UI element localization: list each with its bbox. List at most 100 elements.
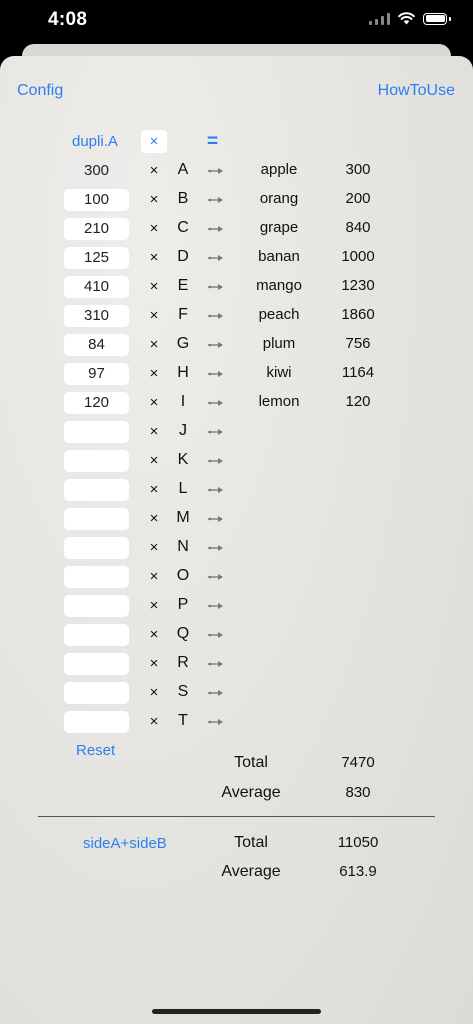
multiply-toggle-button[interactable]: × xyxy=(141,130,167,153)
equals-button[interactable]: = xyxy=(207,131,218,153)
side-a-average-label: Average xyxy=(221,784,281,801)
how-to-use-button[interactable]: HowToUse xyxy=(378,82,455,100)
item-letter: A xyxy=(177,161,189,178)
status-icons xyxy=(369,12,451,25)
item-result: 840 xyxy=(345,219,371,236)
arrow-right-icon xyxy=(207,220,225,238)
config-button[interactable]: Config xyxy=(17,82,63,100)
item-result: 120 xyxy=(345,393,371,410)
arrow-right-icon xyxy=(207,539,225,557)
list-item: 97 × Hkiwi 1164 xyxy=(0,363,473,387)
arrow-right-icon xyxy=(207,191,225,209)
item-letter: L xyxy=(178,480,188,497)
combined-total-label: Total xyxy=(234,834,268,851)
quantity-input[interactable]: 125 xyxy=(64,247,129,269)
multiply-sign: × xyxy=(149,510,159,527)
quantity-input[interactable] xyxy=(64,508,129,530)
wifi-icon xyxy=(398,12,415,25)
list-item: × M xyxy=(0,508,473,532)
list-item: × T xyxy=(0,711,473,735)
signal-icon xyxy=(369,12,390,25)
multiply-sign: × xyxy=(149,452,159,469)
item-letter: H xyxy=(177,364,189,381)
arrow-right-icon xyxy=(207,307,225,325)
list-item: 300 × Aapple 300 xyxy=(0,160,473,184)
multiply-sign: × xyxy=(149,568,159,585)
quantity-input[interactable] xyxy=(64,653,129,675)
list-item: × S xyxy=(0,682,473,706)
list-item: 120 × Ilemon 120 xyxy=(0,392,473,416)
quantity-input[interactable] xyxy=(64,479,129,501)
arrow-right-icon xyxy=(207,278,225,296)
arrow-right-icon xyxy=(207,568,225,586)
item-name: kiwi xyxy=(266,364,292,381)
list-item: × L xyxy=(0,479,473,503)
item-letter: F xyxy=(178,306,188,323)
list-item: 310 × Fpeach 1860 xyxy=(0,305,473,329)
item-letter: T xyxy=(178,712,188,729)
item-result: 200 xyxy=(345,190,371,207)
multiply-sign: × xyxy=(149,713,159,730)
arrow-right-icon xyxy=(207,655,225,673)
dupli-a-button[interactable]: dupli.A xyxy=(72,133,118,150)
quantity-input[interactable]: 210 xyxy=(64,218,129,240)
quantity-input[interactable]: 310 xyxy=(64,305,129,327)
quantity-input[interactable]: 84 xyxy=(64,334,129,356)
item-name: apple xyxy=(260,161,298,178)
quantity-input[interactable] xyxy=(64,711,129,733)
multiply-sign: × xyxy=(149,278,159,295)
item-letter: K xyxy=(177,451,189,468)
multiply-sign: × xyxy=(149,162,159,179)
quantity-input[interactable] xyxy=(64,537,129,559)
reset-button[interactable]: Reset xyxy=(76,742,115,759)
arrow-right-icon xyxy=(207,394,225,412)
list-item: × R xyxy=(0,653,473,677)
quantity-input[interactable] xyxy=(64,566,129,588)
multiply-sign: × xyxy=(149,191,159,208)
battery-icon xyxy=(423,12,447,25)
arrow-right-icon xyxy=(207,481,225,499)
multiply-sign: × xyxy=(149,307,159,324)
item-result: 300 xyxy=(345,161,371,178)
quantity-input[interactable]: 410 xyxy=(64,276,129,298)
quantity-input[interactable]: 120 xyxy=(64,392,129,414)
quantity-input[interactable] xyxy=(64,624,129,646)
item-letter: E xyxy=(177,277,189,294)
side-a-plus-side-b-button[interactable]: sideA+sideB xyxy=(83,835,167,852)
multiply-sign: × xyxy=(149,423,159,440)
arrow-right-icon xyxy=(207,684,225,702)
quantity-input[interactable]: 300 xyxy=(64,160,129,182)
multiply-sign: × xyxy=(149,597,159,614)
list-item: 410 × Emango 1230 xyxy=(0,276,473,300)
item-letter: C xyxy=(177,219,189,236)
list-item: 125 × Dbanan 1000 xyxy=(0,247,473,271)
quantity-input[interactable] xyxy=(64,682,129,704)
list-item: 100 × Borang 200 xyxy=(0,189,473,213)
arrow-right-icon xyxy=(207,597,225,615)
multiply-sign: × xyxy=(149,626,159,643)
arrow-right-icon xyxy=(207,336,225,354)
item-name: grape xyxy=(259,219,299,236)
combined-average-label: Average xyxy=(221,863,281,880)
quantity-input[interactable]: 100 xyxy=(64,189,129,211)
item-letter: M xyxy=(176,509,190,526)
item-result: 1230 xyxy=(341,277,375,294)
list-item: 84 × Gplum 756 xyxy=(0,334,473,358)
item-name: mango xyxy=(256,277,302,294)
quantity-input[interactable]: 97 xyxy=(64,363,129,385)
quantity-input[interactable] xyxy=(64,595,129,617)
quantity-input[interactable] xyxy=(64,421,129,443)
status-bar: 4:08 xyxy=(0,0,473,40)
item-result: 756 xyxy=(345,335,371,352)
item-name: banan xyxy=(258,248,300,265)
arrow-right-icon xyxy=(207,626,225,644)
side-a-total-value: 7470 xyxy=(341,754,375,771)
item-letter: I xyxy=(180,393,186,410)
multiply-sign: × xyxy=(149,655,159,672)
status-time: 4:08 xyxy=(48,9,88,30)
quantity-input[interactable] xyxy=(64,450,129,472)
arrow-right-icon xyxy=(207,365,225,383)
list-item: × K xyxy=(0,450,473,474)
item-letter: P xyxy=(177,596,189,613)
main-sheet: Config HowToUse dupli.A × = 300 × Aapple 30… xyxy=(0,56,473,1024)
